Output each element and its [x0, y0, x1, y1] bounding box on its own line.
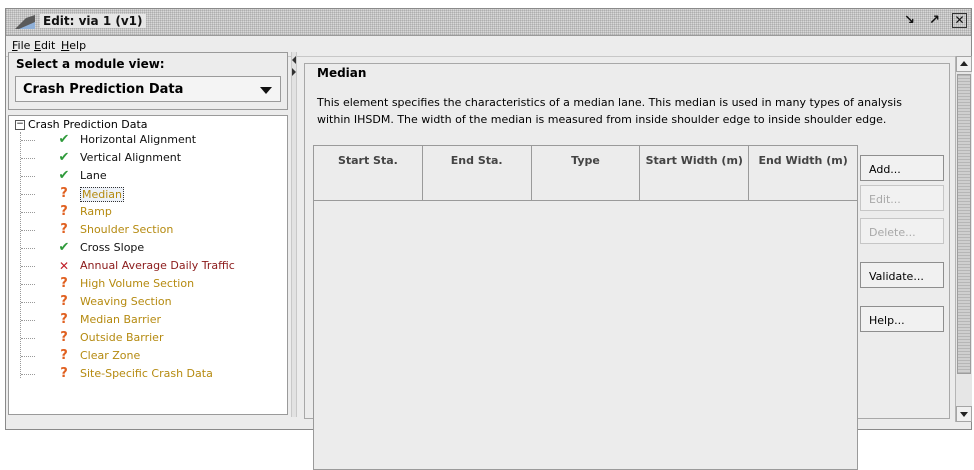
app-logo-icon [15, 15, 35, 29]
tree-connector [21, 176, 35, 177]
module-view-box: Select a module view: Crash Prediction D… [8, 52, 288, 110]
tree-item-label: Shoulder Section [80, 223, 174, 236]
vertical-scrollbar[interactable] [955, 56, 972, 422]
tree-connector [21, 248, 35, 249]
delete-button[interactable]: Delete... [860, 218, 944, 244]
tree-item-label: Horizontal Alignment [80, 133, 197, 146]
tree-connector [20, 132, 21, 378]
tree-connector [21, 194, 35, 195]
tree-item-label: Cross Slope [80, 241, 145, 254]
tree-item-label: Outside Barrier [80, 331, 164, 344]
right-panel: Median This element specifies the charac… [300, 55, 952, 470]
chevron-down-icon[interactable] [260, 87, 272, 94]
tree-item-label: Site-Specific Crash Data [80, 367, 213, 380]
panel-title: Median [315, 66, 369, 80]
check-icon: ✔ [58, 168, 70, 183]
panel-description: This element specifies the characteristi… [317, 96, 902, 126]
warning-icon: ? [60, 204, 68, 219]
tree-item-label: Clear Zone [80, 349, 141, 362]
tree-connector [21, 374, 35, 375]
warning-icon: ? [60, 348, 68, 363]
tree-item-label: High Volume Section [80, 277, 195, 290]
tree-item-label: Annual Average Daily Traffic [80, 259, 235, 272]
tree-connector [21, 356, 35, 357]
edit-button[interactable]: Edit... [860, 185, 944, 211]
warning-icon: ? [60, 330, 68, 345]
left-panel: Select a module view: Crash Prediction D… [8, 52, 288, 417]
minimize-icon[interactable]: ↘ [902, 13, 917, 28]
menu-help[interactable]: Help [61, 39, 86, 52]
tree-item-label: Median [80, 187, 125, 202]
help-button[interactable]: Help... [860, 306, 944, 332]
warning-icon: ? [60, 186, 68, 201]
tree-connector [21, 338, 35, 339]
tree-root[interactable]: − Crash Prediction Data [15, 118, 148, 131]
median-table: Start Sta. End Sta. Type Start Width (m)… [313, 145, 858, 470]
module-view-label: Select a module view: [16, 57, 165, 71]
module-view-value: Crash Prediction Data [23, 82, 184, 97]
add-button[interactable]: Add... [860, 155, 944, 181]
maximize-icon[interactable]: ↗ [927, 13, 942, 28]
tree-item-label: Median Barrier [80, 313, 161, 326]
column-end-width[interactable]: End Width (m) [749, 146, 857, 200]
tree-connector [21, 302, 35, 303]
expand-right-icon[interactable] [292, 68, 296, 76]
tree-connector [21, 266, 35, 267]
table-header: Start Sta. End Sta. Type Start Width (m)… [314, 146, 857, 201]
tree-connector [21, 230, 35, 231]
warning-icon: ? [60, 294, 68, 309]
tree-root-label: Crash Prediction Data [28, 118, 148, 131]
tree-item-label: Ramp [80, 205, 112, 218]
validate-button[interactable]: Validate... [860, 262, 944, 288]
window-title: Edit: via 1 (v1) [40, 14, 146, 28]
menu-edit[interactable]: Edit [34, 39, 55, 52]
collapse-icon[interactable]: − [15, 120, 25, 130]
tree-item-label: Weaving Section [80, 295, 172, 308]
check-icon: ✔ [58, 240, 70, 255]
column-end-station[interactable]: End Sta. [423, 146, 532, 200]
warning-icon: ? [60, 312, 68, 327]
element-tree: − Crash Prediction Data ✔ Horizontal Align… [8, 115, 288, 415]
tree-connector [21, 320, 35, 321]
scroll-thumb[interactable] [957, 74, 971, 374]
tree-connector [21, 158, 35, 159]
warning-icon: ? [60, 276, 68, 291]
tree-connector [21, 140, 35, 141]
tree-connector [21, 212, 35, 213]
column-start-width[interactable]: Start Width (m) [640, 146, 750, 200]
check-icon: ✔ [58, 150, 70, 165]
error-icon: ✕ [58, 259, 70, 273]
menu-file[interactable]: File [12, 39, 30, 52]
check-icon: ✔ [58, 132, 70, 147]
scroll-up-icon[interactable] [956, 56, 972, 72]
title-bar[interactable]: Edit: via 1 (v1) ↘ ↗ ✕ [6, 9, 971, 36]
pane-splitter[interactable] [291, 52, 297, 417]
warning-icon: ? [60, 366, 68, 381]
column-type[interactable]: Type [532, 146, 641, 200]
collapse-left-icon[interactable] [292, 56, 296, 64]
warning-icon: ? [60, 222, 68, 237]
tree-item-label: Vertical Alignment [80, 151, 182, 164]
module-view-dropdown[interactable]: Crash Prediction Data [15, 76, 281, 102]
tree-connector [21, 284, 35, 285]
tree-item-label: Lane [80, 169, 107, 182]
column-start-station[interactable]: Start Sta. [314, 146, 423, 200]
scroll-down-icon[interactable] [956, 406, 972, 422]
close-icon[interactable]: ✕ [952, 13, 967, 28]
